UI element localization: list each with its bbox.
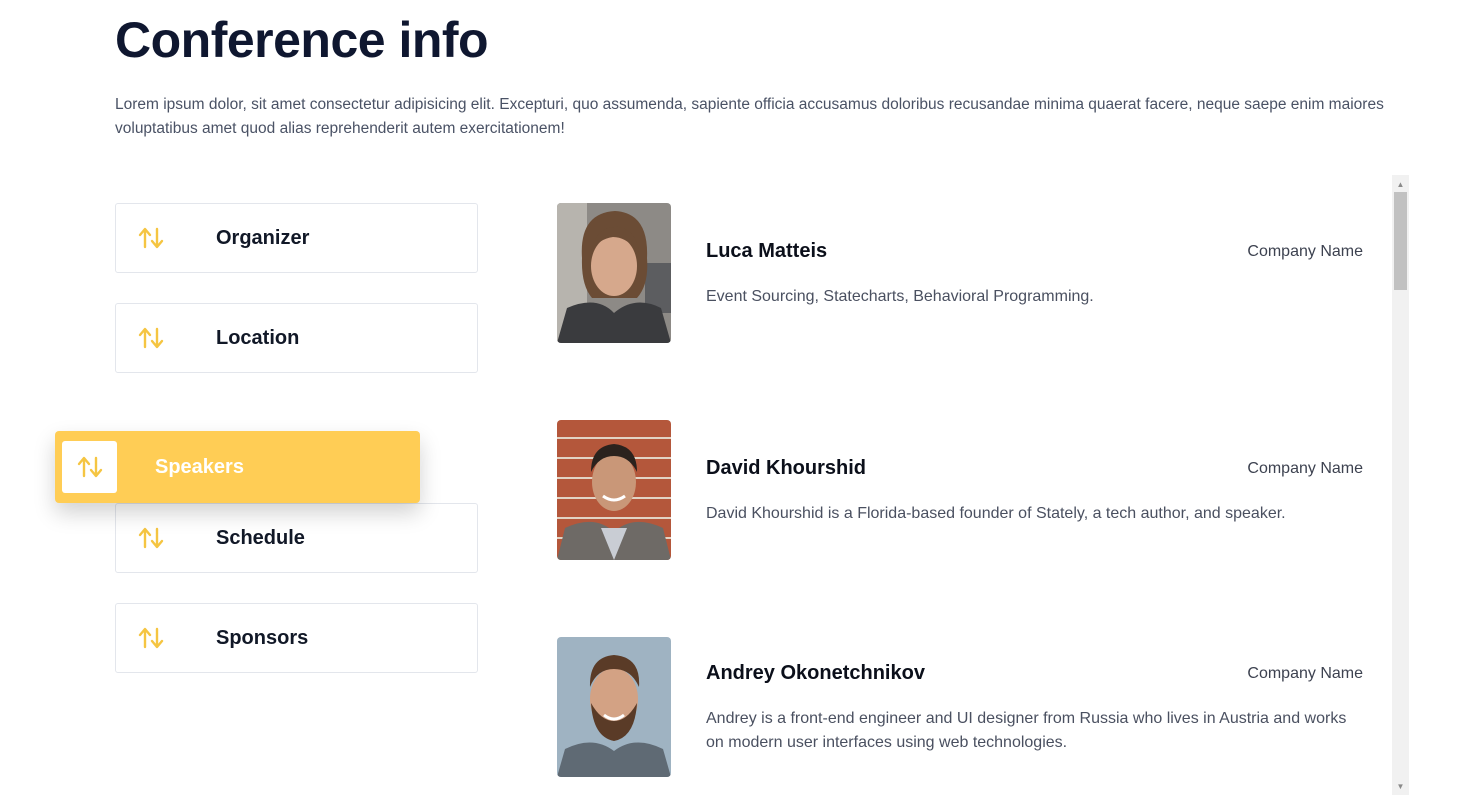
speaker-company: Company Name (1247, 460, 1363, 477)
scroll-up-arrow-icon[interactable]: ▲ (1392, 177, 1409, 191)
speaker-bio: David Khourshid is a Florida-based found… (706, 505, 1286, 522)
sort-arrows-icon[interactable] (136, 526, 166, 550)
speaker-photo (557, 203, 671, 343)
speaker-card: David Khourshid Company Name David Khour… (557, 420, 1387, 560)
sort-arrows-icon[interactable] (62, 441, 117, 493)
sortable-item-label: Location (216, 326, 300, 349)
sort-arrows-icon[interactable] (136, 626, 166, 650)
speaker-card: Andrey Okonetchnikov Company Name Andrey… (557, 637, 1387, 777)
speaker-name: Andrey Okonetchnikov (706, 662, 925, 684)
sortable-item-organizer[interactable]: Organizer (115, 203, 478, 273)
speaker-bio: Andrey is a front-end engineer and UI de… (706, 710, 1347, 751)
scrollbar-thumb[interactable] (1394, 192, 1407, 290)
speakers-scrollbar[interactable]: ▲ ▼ (1392, 175, 1409, 795)
speaker-bio: Event Sourcing, Statecharts, Behavioral … (706, 288, 1094, 305)
speaker-company: Company Name (1247, 665, 1363, 682)
sort-arrows-icon[interactable] (136, 226, 166, 250)
sortable-item-label: Organizer (216, 226, 310, 249)
scroll-down-arrow-icon[interactable]: ▼ (1392, 779, 1409, 793)
speaker-name: David Khourshid (706, 457, 867, 479)
sortable-item-label: Schedule (216, 526, 305, 549)
sortable-item-sponsors[interactable]: Sponsors (115, 603, 478, 673)
sort-arrows-icon[interactable] (136, 326, 166, 350)
speaker-company: Company Name (1247, 243, 1363, 260)
speakers-panel[interactable]: Luca Matteis Company Name Event Sourcing… (540, 175, 1410, 795)
speaker-name: Luca Matteis (706, 240, 828, 262)
sortable-item-schedule[interactable]: Schedule (115, 503, 478, 573)
sortable-item-label: Sponsors (216, 626, 309, 649)
page-title: Conference info (115, 12, 489, 68)
conference-info-page: Conference info Lorem ipsum dolor, sit a… (0, 0, 1479, 803)
speaker-photo (557, 420, 671, 560)
sortable-item-speakers-dragging[interactable]: Speakers (55, 431, 420, 503)
speaker-photo (557, 637, 671, 777)
intro-text: Lorem ipsum dolor, sit amet consectetur … (115, 96, 1384, 137)
sortable-item-location[interactable]: Location (115, 303, 478, 373)
speaker-card: Luca Matteis Company Name Event Sourcing… (557, 203, 1387, 343)
sortable-item-label: Speakers (155, 455, 244, 478)
